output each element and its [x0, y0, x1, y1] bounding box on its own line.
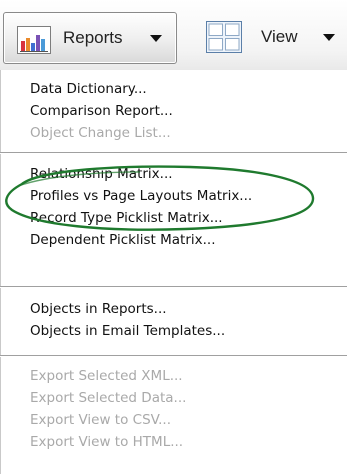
menu-item-objects-in-email-templates[interactable]: Objects in Email Templates... — [30, 322, 225, 340]
menu-item-export-selected-data: Export Selected Data... — [30, 390, 187, 406]
menu-separator — [0, 355, 347, 356]
menu-separator — [0, 286, 347, 287]
menu-item-export-selected-xml: Export Selected XML... — [30, 368, 183, 384]
menu-item-object-change-list: Object Change List... — [30, 125, 171, 141]
menu-item-export-view-to-csv: Export View to CSV... — [30, 412, 172, 428]
reports-dropdown-menu: Data Dictionary... Comparison Report... … — [0, 70, 347, 474]
chevron-down-icon — [323, 34, 335, 41]
view-menu-button[interactable]: View — [188, 12, 347, 64]
menu-item-objects-in-reports[interactable]: Objects in Reports... — [30, 300, 167, 318]
menu-item-relationship-matrix[interactable]: Relationship Matrix... — [30, 165, 173, 183]
reports-menu-label: Reports — [63, 28, 123, 47]
menu-item-dependent-picklist-matrix[interactable]: Dependent Picklist Matrix... — [30, 231, 215, 249]
menu-item-record-type-picklist-matrix[interactable]: Record Type Picklist Matrix... — [30, 209, 223, 227]
reports-menu-button[interactable]: Reports — [3, 12, 177, 64]
view-menu-label: View — [261, 27, 298, 46]
menu-item-profiles-vs-page-layouts-matrix[interactable]: Profiles vs Page Layouts Matrix... — [30, 187, 252, 205]
toolbar: Reports View — [0, 0, 347, 72]
chevron-down-icon — [150, 35, 162, 42]
menu-item-data-dictionary[interactable]: Data Dictionary... — [30, 80, 147, 98]
menu-separator — [0, 152, 347, 153]
window-layout-icon — [206, 21, 242, 53]
menu-item-export-view-to-html: Export View to HTML... — [30, 434, 184, 450]
bar-chart-icon — [17, 26, 51, 54]
menu-item-comparison-report[interactable]: Comparison Report... — [30, 102, 173, 120]
menu-border — [0, 70, 1, 474]
